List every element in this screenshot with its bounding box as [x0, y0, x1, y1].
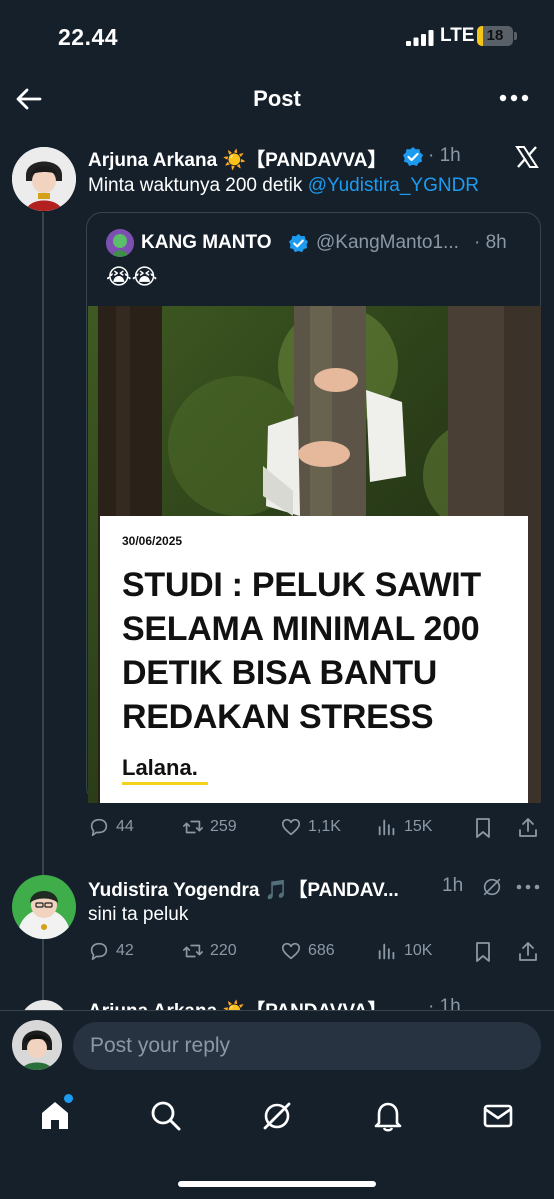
quote-author-name[interactable]: KANG MANTO [141, 232, 272, 254]
status-time: 22.44 [58, 24, 119, 50]
reply-author-name[interactable]: Arjuna Arkana ☀️【PANDAVVA】 [88, 996, 387, 1010]
grok-icon[interactable] [481, 876, 503, 898]
post-text: Minta waktunya 200 detik @Yudistira_YGND… [88, 175, 479, 197]
verified-badge-icon [288, 233, 309, 253]
avatar[interactable] [12, 147, 76, 211]
like-count: 686 [308, 942, 335, 959]
like-button[interactable]: 1,1K [280, 816, 341, 838]
image-headline-line: REDAKAN STRESS [122, 698, 434, 736]
post-text-body: Minta waktunya 200 detik [88, 175, 308, 196]
next-reply-peek: Arjuna Arkana ☀️【PANDAVVA】 · 1h [0, 990, 554, 1010]
reply-bar-divider [0, 1010, 554, 1011]
views-count: 15K [404, 818, 433, 835]
battery-percent: 18 [486, 27, 504, 44]
quote-time: · 8h [474, 232, 507, 253]
image-headline-line: SELAMA MINIMAL 200 [122, 610, 480, 648]
verified-badge-icon [403, 147, 423, 166]
reply-time: 1h [442, 875, 464, 896]
repost-button[interactable]: 220 [182, 940, 237, 962]
analytics-icon [378, 819, 395, 836]
post-author-name[interactable]: Arjuna Arkana ☀️【PANDAVVA】 [88, 145, 387, 172]
reply-placeholder: Post your reply [90, 1034, 231, 1057]
image-headline-line: STUDI : PELUK SAWIT [122, 566, 481, 604]
brand-underline [122, 782, 208, 785]
repost-count: 220 [210, 942, 237, 959]
quote-text: 😭😭 [106, 264, 158, 289]
image-headline-line: DETIK BISA BANTU [122, 654, 438, 692]
search-icon[interactable] [149, 1099, 183, 1133]
home-icon [42, 1102, 68, 1129]
x-logo-icon[interactable] [514, 144, 540, 170]
bookmark-icon[interactable] [471, 816, 495, 840]
reply-author-name[interactable]: Yudistira Yogendra 🎵【PANDAV... [88, 875, 399, 902]
more-horizontal-icon[interactable] [516, 881, 540, 893]
reply-button[interactable]: 44 [88, 816, 134, 838]
reply-button[interactable]: 42 [88, 940, 134, 962]
reply-count: 44 [116, 818, 134, 835]
cellular-signal-icon [406, 30, 434, 46]
bell-icon[interactable] [371, 1099, 405, 1133]
views-button[interactable]: 10K [376, 940, 432, 962]
heart-icon [281, 818, 301, 836]
reply-count: 42 [116, 942, 134, 959]
mail-icon[interactable] [481, 1099, 515, 1133]
like-count: 1,1K [308, 818, 341, 835]
more-horizontal-icon[interactable] [498, 86, 530, 110]
mention-link[interactable]: @Yudistira_YGNDR [308, 175, 479, 196]
repost-icon [183, 944, 203, 958]
battery-icon: 18 [477, 26, 513, 46]
avatar [12, 1020, 62, 1070]
avatar[interactable] [106, 229, 134, 257]
reply-text: sini ta peluk [88, 904, 189, 925]
avatar[interactable] [12, 875, 76, 939]
network-type: LTE [440, 25, 475, 46]
notification-dot [64, 1094, 73, 1103]
repost-button[interactable]: 259 [182, 816, 237, 838]
bookmark-icon[interactable] [471, 940, 495, 964]
avatar[interactable] [20, 1000, 68, 1010]
home-indicator [178, 1181, 376, 1187]
repost-icon [183, 820, 203, 834]
grok-icon[interactable] [260, 1099, 294, 1133]
views-count: 10K [404, 942, 433, 959]
post-time: · 1h [428, 145, 461, 166]
reply-time: · 1h [428, 996, 461, 1010]
image-date: 30/06/2025 [122, 534, 183, 548]
repost-count: 259 [210, 818, 237, 835]
battery-cap [514, 32, 517, 40]
quote-author-handle: @KangManto1... [316, 232, 459, 253]
page-title: Post [253, 86, 301, 111]
reply-icon [90, 942, 108, 961]
views-button[interactable]: 15K [376, 816, 432, 838]
nav-home[interactable] [38, 1094, 74, 1134]
analytics-icon [378, 943, 395, 960]
heart-icon [281, 942, 301, 960]
share-icon[interactable] [516, 816, 540, 840]
share-icon[interactable] [516, 940, 540, 964]
image-brand: Lalana. [122, 755, 198, 780]
reply-icon [90, 818, 108, 837]
like-button[interactable]: 686 [280, 940, 335, 962]
